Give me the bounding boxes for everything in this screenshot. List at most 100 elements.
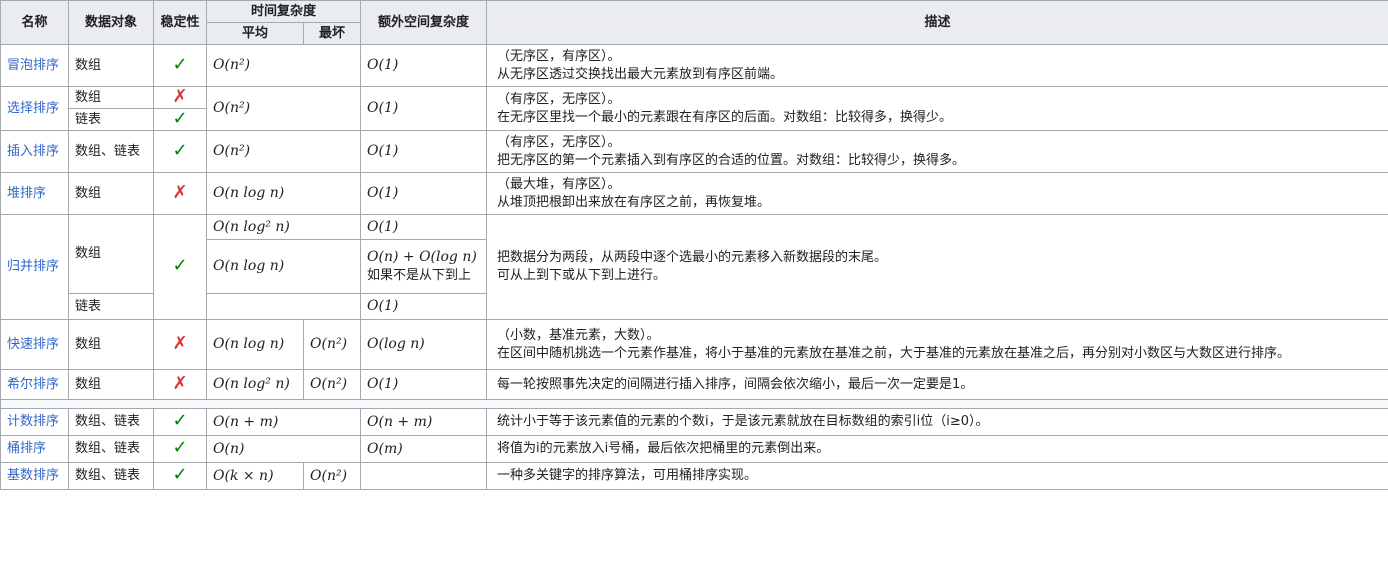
description: （无序区，有序区）。 从无序区透过交换找出最大元素放到有序区前端。	[486, 44, 1388, 87]
table-row: 堆排序 数组 ✗ O(n log n) O(1) （最大堆，有序区）。 从堆顶把…	[0, 172, 1388, 215]
description: 一种多关键字的排序算法，可用桶排序实现。	[486, 462, 1388, 490]
description: （有序区，无序区）。 在无序区里找一个最小的元素跟在有序区的后面。对数组：比较得…	[486, 86, 1388, 131]
cross-icon: ✗	[172, 372, 188, 394]
table-row: 插入排序 数组、链表 ✓ O(n²) O(1) （有序区，无序区）。 把无序区的…	[0, 130, 1388, 173]
average-complexity: O(n²)	[213, 100, 251, 116]
description-line: 从无序区透过交换找出最大元素放到有序区前端。	[497, 66, 784, 82]
description-line: （小数，基准元素，大数）。	[497, 327, 660, 343]
space-complexity-note: 如果不是从下到上	[367, 268, 472, 283]
table-row: 基数排序 数组、链表 ✓ O(k × n) O(n²) 一种多关键字的排序算法，…	[0, 462, 1388, 490]
description: 每一轮按照事先决定的间隔进行插入排序，间隔会依次缩小，最后一次一定要是1。	[486, 369, 1388, 400]
space-complexity: O(n + m)	[367, 413, 433, 430]
average-complexity: O(n log² n)	[213, 218, 290, 235]
worst-complexity: O(n²)	[310, 376, 348, 392]
header-stability[interactable]: 稳定性	[153, 0, 207, 45]
check-icon: ✓	[172, 255, 188, 276]
check-icon: ✓	[172, 139, 188, 161]
table-row: 快速排序 数组 ✗ O(n log n) O(n²) O(log n) （小数，…	[0, 319, 1388, 370]
table-row: 归并排序 数组 ✓ O(n log² n) O(1) 把数据分为两段，从两段中逐…	[0, 214, 1388, 320]
data-object: 数组、链表	[68, 130, 154, 173]
description-line: 在无序区里找一个最小的元素跟在有序区的后面。对数组：比较得多，换得少。	[497, 109, 953, 125]
average-complexity: O(n + m)	[213, 413, 279, 430]
check-icon: ✓	[172, 437, 188, 458]
description-line: 在区间中随机挑选一个元素作基准，将小于基准的元素放在基准之前，大于基准的元素放在…	[497, 345, 1291, 361]
algorithm-link-counting[interactable]: 计数排序	[7, 414, 59, 429]
header-name[interactable]: 名称	[0, 0, 69, 45]
data-object: 链表	[68, 293, 154, 320]
table-row: 选择排序 数组 ✗ O(n²) O(1) （有序区，无序区）。 在无序区里找一个…	[0, 86, 1388, 131]
data-object: 链表	[68, 108, 154, 131]
data-object: 数组	[68, 214, 154, 294]
description: 统计小于等于该元素值的元素的个数i，于是该元素就放在目标数组的索引i位（i≥0）…	[486, 408, 1388, 436]
description-line: （无序区，有序区）。	[497, 48, 621, 64]
check-icon: ✓	[172, 108, 188, 129]
space-complexity: O(n) + O(log n)	[367, 249, 477, 265]
space-complexity: O(1)	[367, 100, 399, 116]
sorting-algorithms-table: 名称 数据对象 稳定性 时间复杂度 额外空间复杂度 描述 平均 最坏 冒泡排序 …	[0, 0, 1388, 490]
description-line: （有序区，无序区）。	[497, 134, 621, 150]
average-complexity: O(n)	[213, 440, 245, 457]
header-average[interactable]: 平均	[206, 22, 304, 45]
algorithm-link-bucket[interactable]: 桶排序	[7, 441, 46, 456]
table-row: 希尔排序 数组 ✗ O(n log² n) O(n²) O(1) 每一轮按照事先…	[0, 369, 1388, 400]
data-object: 数组	[68, 172, 154, 215]
header-worst[interactable]: 最坏	[302, 22, 362, 45]
description-line: 从堆顶把根卸出来放在有序区之前，再恢复堆。	[497, 194, 771, 210]
description-line: 可从上到下或从下到上进行。	[497, 268, 667, 283]
space-complexity: O(1)	[367, 185, 399, 201]
algorithm-link-shell[interactable]: 希尔排序	[7, 377, 59, 392]
description: 将值为i的元素放入i号桶，最后依次把桶里的元素倒出来。	[486, 435, 1388, 463]
cross-icon: ✗	[172, 86, 188, 107]
average-complexity: O(n log n)	[213, 336, 285, 352]
space-complexity: O(1)	[367, 143, 399, 159]
average-complexity: O(n log² n)	[213, 376, 290, 392]
table-row: 桶排序 数组、链表 ✓ O(n) O(m) 将值为i的元素放入i号桶，最后依次把…	[0, 435, 1388, 463]
worst-complexity: O(n²)	[310, 336, 348, 352]
space-complexity: O(1)	[367, 376, 399, 392]
header-time-complexity: 时间复杂度	[205, 0, 362, 23]
check-icon: ✓	[172, 464, 188, 485]
data-object: 数组、链表	[68, 408, 154, 436]
description: （最大堆，有序区）。 从堆顶把根卸出来放在有序区之前，再恢复堆。	[486, 172, 1388, 215]
space-complexity: O(m)	[367, 440, 403, 457]
description-line: 把无序区的第一个元素插入到有序区的合适的位置。对数组：比较得少，换得多。	[497, 152, 966, 168]
description-line: （最大堆，有序区）。	[497, 176, 621, 192]
description: 把数据分为两段，从两段中逐个选最小的元素移入新数据段的末尾。 可从上到下或从下到…	[486, 214, 1388, 320]
header-description[interactable]: 描述	[486, 0, 1388, 45]
data-object: 数组	[68, 319, 154, 370]
space-complexity: O(1)	[367, 57, 399, 73]
space-complexity: O(1)	[367, 218, 399, 235]
data-object: 数组、链表	[68, 435, 154, 463]
average-complexity: O(k × n)	[213, 467, 274, 484]
data-object: 数组	[68, 86, 154, 109]
data-object: 数组、链表	[68, 462, 154, 490]
description: （小数，基准元素，大数）。 在区间中随机挑选一个元素作基准，将小于基准的元素放在…	[486, 319, 1388, 370]
data-object: 数组	[68, 369, 154, 400]
worst-complexity: O(n²)	[310, 467, 348, 484]
algorithm-link-heap[interactable]: 堆排序	[7, 186, 46, 201]
table-separator	[0, 399, 1388, 409]
table-row: 冒泡排序 数组 ✓ O(n²) O(1) （无序区，有序区）。 从无序区透过交换…	[0, 44, 1388, 87]
description: （有序区，无序区）。 把无序区的第一个元素插入到有序区的合适的位置。对数组：比较…	[486, 130, 1388, 173]
header-space-complexity[interactable]: 额外空间复杂度	[360, 0, 488, 45]
cross-icon: ✗	[172, 181, 188, 203]
algorithm-link-bubble[interactable]: 冒泡排序	[7, 58, 59, 73]
algorithm-link-insertion[interactable]: 插入排序	[7, 144, 59, 159]
algorithm-link-quick[interactable]: 快速排序	[7, 337, 59, 352]
check-icon: ✓	[172, 53, 188, 75]
algorithm-link-selection[interactable]: 选择排序	[7, 101, 59, 116]
space-complexity: O(log n)	[367, 336, 425, 352]
average-complexity: O(n log n)	[213, 258, 285, 274]
check-icon: ✓	[172, 410, 188, 431]
description-line: （有序区，无序区）。	[497, 91, 621, 107]
average-complexity: O(n log n)	[213, 185, 285, 201]
space-complexity: O(1)	[367, 298, 399, 314]
algorithm-link-merge[interactable]: 归并排序	[7, 259, 59, 274]
average-complexity: O(n²)	[213, 143, 251, 159]
algorithm-link-radix[interactable]: 基数排序	[7, 468, 59, 483]
cross-icon: ✗	[172, 332, 188, 354]
header-data-object[interactable]: 数据对象	[68, 0, 154, 45]
average-complexity: O(n²)	[213, 57, 251, 73]
data-object: 数组	[68, 44, 154, 87]
table-row: 计数排序 数组、链表 ✓ O(n + m) O(n + m) 统计小于等于该元素…	[0, 408, 1388, 436]
